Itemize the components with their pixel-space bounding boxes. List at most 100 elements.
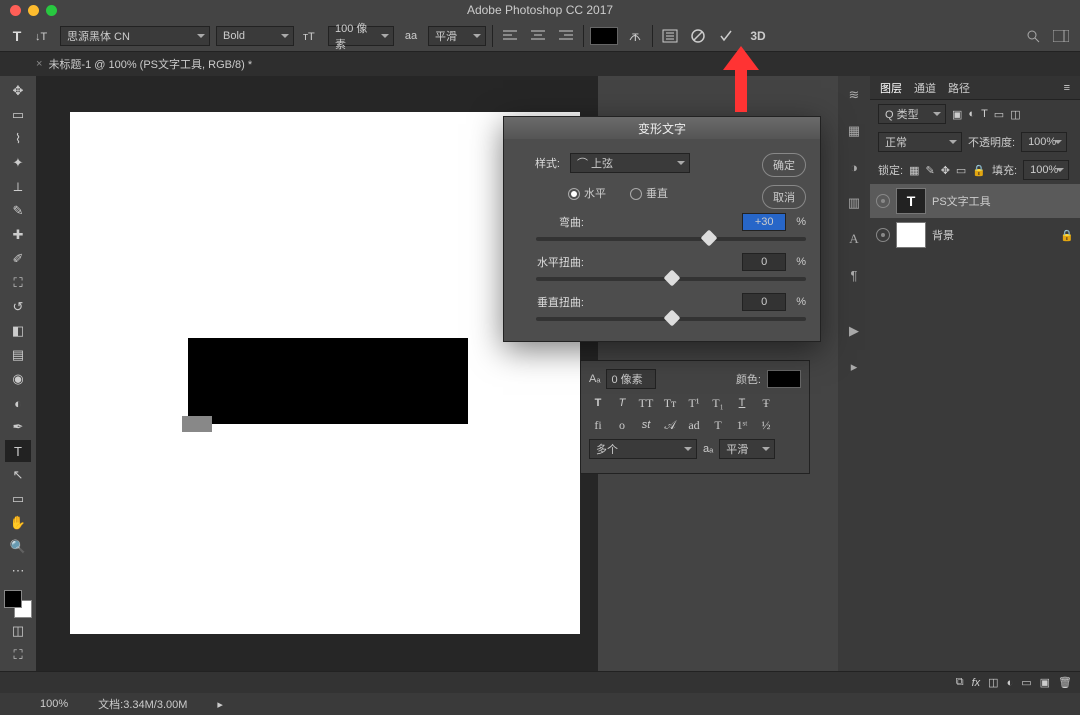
warp-style-select[interactable]: ⌒ 上弦 (570, 153, 690, 173)
close-tab-icon[interactable]: × (36, 58, 42, 70)
blend-mode-select[interactable]: 正常 (878, 132, 962, 152)
cancel-edit-icon[interactable] (687, 25, 709, 47)
filter-shape-icon[interactable]: ▭ (994, 108, 1004, 121)
history-brush-tool-icon[interactable]: ↺ (5, 296, 31, 318)
visibility-toggle-icon[interactable] (876, 228, 890, 242)
horizontal-radio[interactable]: 水平 (568, 185, 606, 201)
layer-row-background[interactable]: 背景 🔒 (870, 218, 1080, 252)
smallcaps-icon[interactable]: Tᴛ (661, 395, 679, 411)
zoom-window-icon[interactable] (46, 5, 57, 16)
swatches-panel-icon[interactable]: ▦ (845, 122, 863, 140)
visibility-toggle-icon[interactable] (876, 194, 890, 208)
actions-panel-icon[interactable]: ▶ (845, 322, 863, 340)
tab-layers[interactable]: 图层 (880, 80, 902, 96)
screenmode-icon[interactable]: ⛶ (5, 644, 31, 666)
eraser-tool-icon[interactable]: ◧ (5, 320, 31, 342)
hand-tool-icon[interactable]: ✋ (5, 512, 31, 534)
warp-text-icon[interactable]: T (624, 25, 646, 47)
superscript-icon[interactable]: T¹ (685, 395, 703, 411)
align-right-icon[interactable] (555, 25, 577, 47)
bold-icon[interactable]: T (589, 395, 607, 411)
group-icon[interactable]: ▭ (1021, 676, 1031, 689)
gradient-tool-icon[interactable]: ▤ (5, 344, 31, 366)
vdist-input[interactable]: 0 (742, 293, 786, 311)
strikethrough-icon[interactable]: Ŧ (757, 395, 775, 411)
cancel-button[interactable]: 取消 (762, 185, 806, 209)
subscript-icon[interactable]: T₁ (709, 395, 727, 411)
quick-select-tool-icon[interactable]: ✦ (5, 152, 31, 174)
underline-icon[interactable]: T (733, 395, 751, 411)
styles-panel-icon[interactable]: ▥ (845, 194, 863, 212)
layer-fx-icon[interactable]: fx (972, 677, 981, 689)
layer-row-text[interactable]: T PS文字工具 (870, 184, 1080, 218)
italic-icon[interactable]: T (613, 395, 631, 411)
layer-mask-icon[interactable]: ◫ (988, 676, 998, 689)
ligature-icon[interactable]: fi (589, 417, 607, 433)
panel-menu-icon[interactable]: ≡ (1064, 82, 1070, 94)
dodge-tool-icon[interactable]: ◐ (5, 392, 31, 414)
fractions-icon[interactable]: 1ˢᵗ (733, 417, 751, 433)
zoom-tool-icon[interactable]: 🔍 (5, 536, 31, 558)
layer-filter-select[interactable]: Q 类型 (878, 104, 946, 124)
font-family-select[interactable]: 思源黑体 CN (60, 26, 210, 46)
path-select-tool-icon[interactable]: ↖ (5, 464, 31, 486)
bend-slider[interactable] (536, 237, 806, 241)
crop-tool-icon[interactable]: ⟂ (5, 176, 31, 198)
font-size-select[interactable]: 100 像素 (328, 26, 394, 46)
titling-icon[interactable]: ad (685, 417, 703, 433)
character-panel-icon[interactable]: A (845, 230, 863, 248)
lock-pixels-icon[interactable]: ▦ (909, 164, 919, 177)
tab-channels[interactable]: 通道 (914, 80, 936, 96)
move-tool-icon[interactable]: ✥ (5, 80, 31, 102)
healing-tool-icon[interactable]: ✚ (5, 224, 31, 246)
charcolor-swatch[interactable] (767, 370, 801, 388)
quickmask-icon[interactable]: ◫ (5, 620, 31, 642)
pen-tool-icon[interactable]: ✒ (5, 416, 31, 438)
shape-tool-icon[interactable]: ▭ (5, 488, 31, 510)
filter-smart-icon[interactable]: ◫ (1010, 108, 1020, 121)
new-layer-icon[interactable]: ▣ (1040, 676, 1050, 689)
eyedropper-tool-icon[interactable]: ✎ (5, 200, 31, 222)
adjustment-layer-icon[interactable]: ◐ (1007, 677, 1014, 689)
text-color-swatch[interactable] (590, 27, 618, 45)
tab-paths[interactable]: 路径 (948, 80, 970, 96)
hdist-input[interactable]: 0 (742, 253, 786, 271)
vertical-radio[interactable]: 垂直 (630, 185, 668, 201)
stylistic-icon[interactable]: 𝒜 (661, 417, 679, 433)
antialias-select[interactable]: 平滑 (428, 26, 486, 46)
toggle-orientation-icon[interactable]: ↓T (32, 25, 54, 47)
baseline-input[interactable]: 0 像素 (606, 369, 656, 389)
filter-adjust-icon[interactable]: ◐ (968, 108, 975, 120)
brushes-panel-icon[interactable]: ≋ (845, 86, 863, 104)
contextual-icon[interactable]: ᴏ (613, 417, 631, 433)
doc-info-menu-icon[interactable]: ▸ (217, 698, 223, 711)
commit-edit-icon[interactable] (715, 25, 737, 47)
opacity-select[interactable]: 100% (1021, 132, 1067, 152)
type-tool-icon[interactable]: T (5, 440, 31, 462)
document-tab[interactable]: 未标题-1 @ 100% (PS文字工具, RGB/8) * (48, 56, 252, 72)
stamp-tool-icon[interactable]: ⛶ (5, 272, 31, 294)
allcaps-icon[interactable]: TT (637, 395, 655, 411)
adjustments-panel-icon[interactable]: ◑ (845, 158, 863, 176)
filter-type-icon[interactable]: T (981, 108, 988, 120)
paragraph-panel-icon[interactable]: ¶ (845, 266, 863, 284)
lasso-tool-icon[interactable]: ⌇ (5, 128, 31, 150)
lock-all-icon[interactable]: 🔒 (972, 164, 986, 177)
marquee-tool-icon[interactable]: ▭ (5, 104, 31, 126)
character-panel-icon[interactable] (659, 25, 681, 47)
fill-select[interactable]: 100% (1023, 160, 1069, 180)
hdist-slider[interactable] (536, 277, 806, 281)
lock-artboard-icon[interactable]: ▭ (956, 164, 966, 177)
slashed-icon[interactable]: ½ (757, 417, 775, 433)
align-center-icon[interactable] (527, 25, 549, 47)
color-picker[interactable] (4, 590, 32, 618)
align-left-icon[interactable] (499, 25, 521, 47)
language-select[interactable]: 多个 (589, 439, 697, 459)
minimize-window-icon[interactable] (28, 5, 39, 16)
delete-layer-icon[interactable]: 🗑 (1058, 676, 1072, 689)
ok-button[interactable]: 确定 (762, 153, 806, 177)
link-layers-icon[interactable]: ⧉ (956, 676, 964, 689)
brush-tool-icon[interactable]: ✐ (5, 248, 31, 270)
workspace-icon[interactable] (1050, 25, 1072, 47)
3d-button[interactable]: 3D (747, 25, 769, 47)
